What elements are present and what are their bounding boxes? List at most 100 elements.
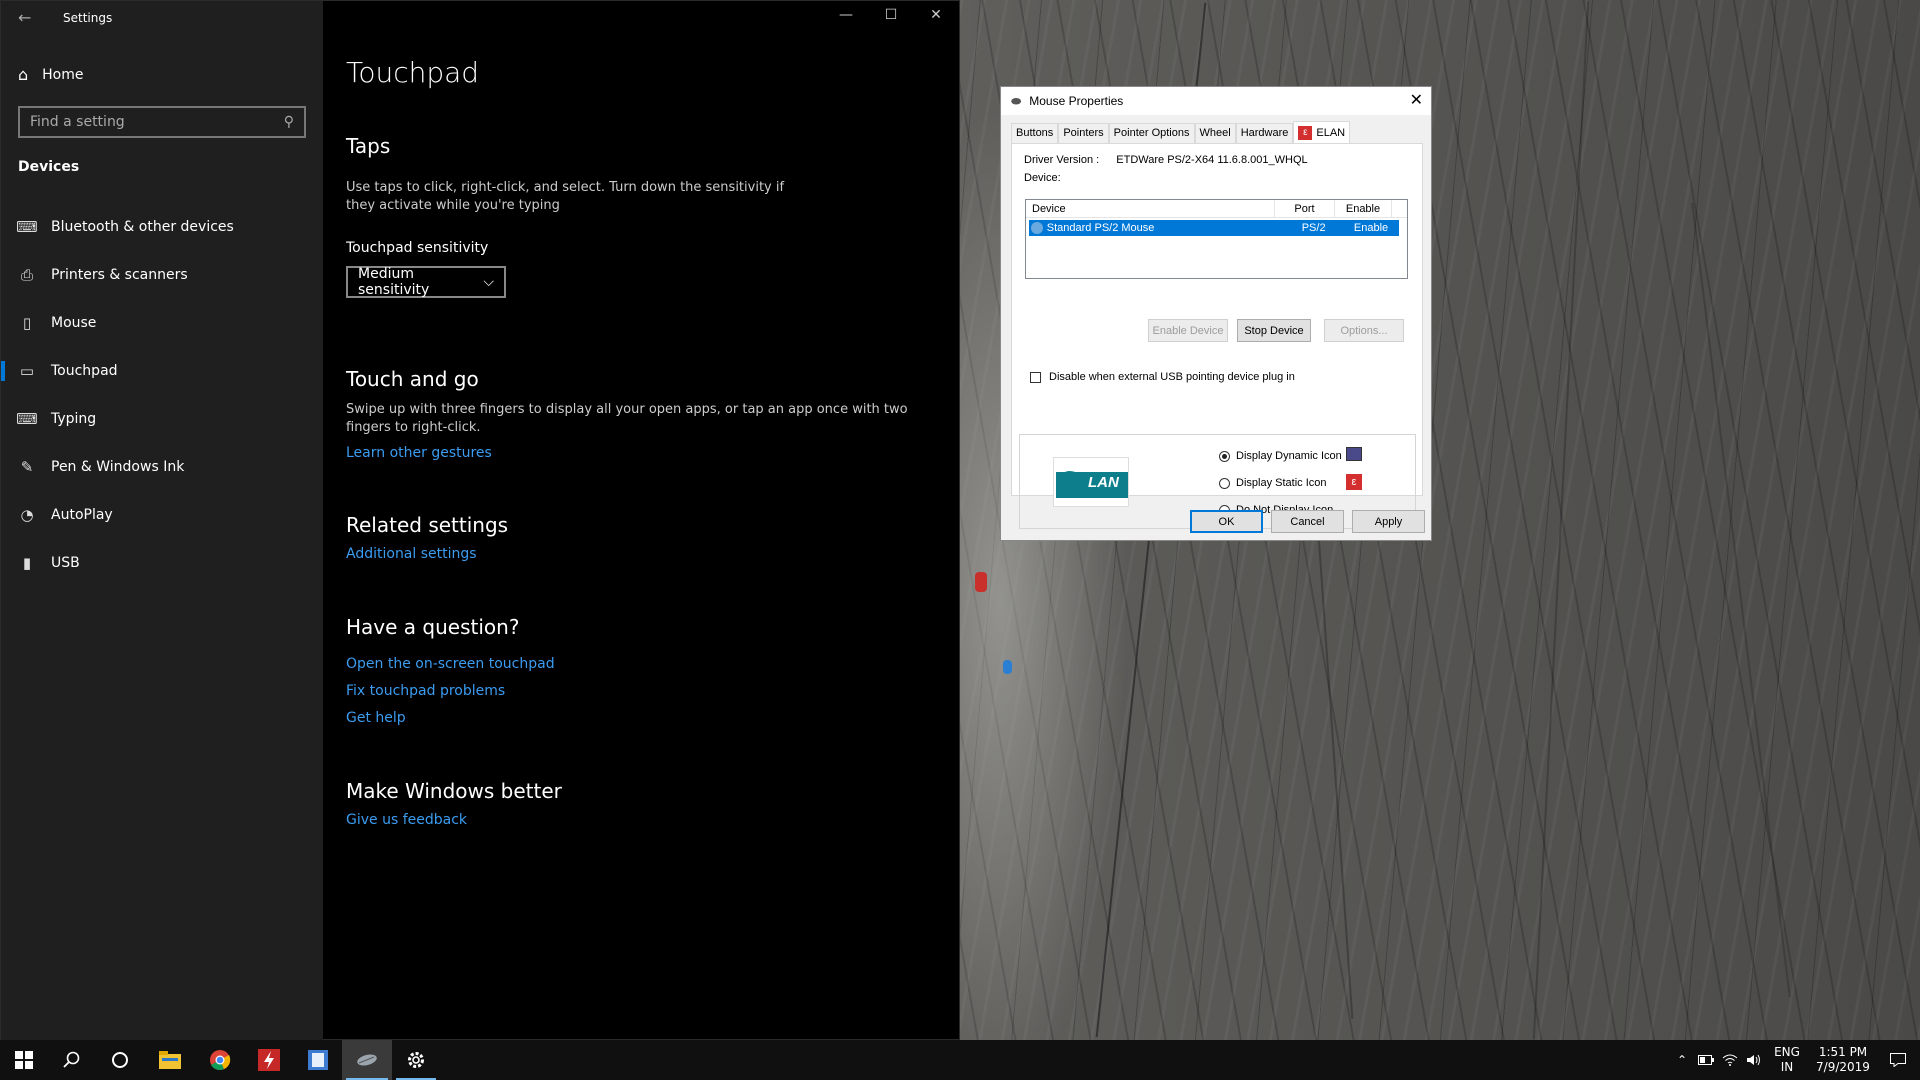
- disable-usb-label: Disable when external USB pointing devic…: [1049, 371, 1295, 383]
- window-title: Settings: [63, 11, 113, 25]
- related-settings-heading: Related settings: [346, 513, 509, 537]
- enable-device-button[interactable]: Enable Device: [1148, 319, 1228, 342]
- sidebar-item-printers[interactable]: ⎙ Printers & scanners: [1, 255, 323, 295]
- radio-dynamic-icon[interactable]: [1219, 451, 1230, 462]
- bluetooth-devices-icon: ⌨: [16, 218, 38, 236]
- options-button[interactable]: Options...: [1324, 319, 1404, 342]
- language-indicator[interactable]: ENG IN: [1770, 1040, 1804, 1080]
- settings-title-bar: ← Settings — ☐ ✕: [1, 1, 961, 35]
- table-row[interactable]: Standard PS/2 Mouse PS/2 Enable: [1029, 220, 1399, 236]
- ok-button[interactable]: OK: [1190, 510, 1263, 533]
- tab-buttons[interactable]: Buttons: [1011, 123, 1059, 143]
- tab-pointer-options[interactable]: Pointer Options: [1108, 123, 1195, 143]
- column-header-port[interactable]: Port: [1275, 200, 1335, 217]
- minimize-icon[interactable]: —: [831, 7, 861, 29]
- get-help-link[interactable]: Get help: [346, 710, 406, 726]
- sidebar-item-mouse[interactable]: ▯ Mouse: [1, 303, 323, 343]
- volume-icon[interactable]: [1742, 1040, 1766, 1080]
- dialog-title: Mouse Properties: [1029, 94, 1124, 108]
- tab-pointers[interactable]: Pointers: [1058, 123, 1109, 143]
- sidebar-item-autoplay[interactable]: ◔ AutoPlay: [1, 495, 323, 535]
- dynamic-icon-preview: [1346, 447, 1362, 461]
- radio-static-icon[interactable]: [1219, 478, 1230, 489]
- sidebar-item-typing[interactable]: ⌨ Typing: [1, 399, 323, 439]
- region-code: IN: [1780, 1060, 1794, 1074]
- nav-home-label: Home: [42, 66, 84, 83]
- chevron-up-icon[interactable]: ⌃: [1670, 1040, 1694, 1080]
- sidebar-item-label: Printers & scanners: [51, 267, 188, 283]
- page-title: Touchpad: [346, 56, 480, 89]
- device-icon: [1031, 222, 1043, 234]
- taskbar: ⌃ ENG IN 1:51 PM 7/9/2019: [0, 1040, 1920, 1080]
- additional-settings-link[interactable]: Additional settings: [346, 546, 477, 562]
- climber-figure: [975, 572, 987, 592]
- device-list-header: Device Port Enable: [1026, 200, 1407, 218]
- port-cell: PS/2: [1301, 222, 1326, 234]
- sidebar-item-bluetooth[interactable]: ⌨ Bluetooth & other devices: [1, 207, 323, 247]
- notepad-app-icon[interactable]: [294, 1040, 342, 1080]
- flash-app-icon[interactable]: [245, 1040, 293, 1080]
- battery-icon[interactable]: [1694, 1040, 1718, 1080]
- touch-and-go-description: Swipe up with three fingers to display a…: [346, 402, 908, 435]
- elan-logo: ε LAN: [1053, 457, 1129, 507]
- sidebar-item-label: Bluetooth & other devices: [51, 219, 234, 235]
- sidebar-item-usb[interactable]: ▮ USB: [1, 543, 323, 583]
- close-icon[interactable]: ✕: [1410, 90, 1423, 110]
- driver-value: ETDWare PS/2-X64 11.6.8.001_WHQL: [1116, 154, 1308, 166]
- home-icon: ⌂: [18, 65, 29, 84]
- onscreen-touchpad-link[interactable]: Open the on-screen touchpad: [346, 656, 555, 672]
- device-list[interactable]: Device Port Enable Standard PS/2 Mouse P…: [1025, 199, 1408, 279]
- touch-and-go-heading: Touch and go: [346, 367, 479, 391]
- mouse-properties-icon[interactable]: [342, 1040, 392, 1080]
- back-arrow-icon[interactable]: ←: [18, 8, 31, 27]
- enable-cell: Enable: [1353, 222, 1389, 234]
- column-header-device[interactable]: Device: [1026, 200, 1275, 217]
- mouse-properties-dialog: ⬬ Mouse Properties ✕ Buttons Pointers Po…: [1000, 86, 1432, 541]
- cancel-button[interactable]: Cancel: [1271, 510, 1344, 533]
- wifi-icon[interactable]: [1718, 1040, 1742, 1080]
- notifications-icon[interactable]: [1880, 1040, 1916, 1080]
- rock-crack: [1691, 202, 1791, 998]
- nav-home[interactable]: ⌂ Home: [18, 65, 84, 84]
- search-icon: ⚲: [283, 114, 294, 130]
- settings-gear-icon[interactable]: [392, 1040, 440, 1080]
- taps-description: Use taps to click, right-click, and sele…: [346, 180, 785, 213]
- driver-label: Driver Version :: [1024, 154, 1100, 166]
- sidebar-item-touchpad[interactable]: ▭ Touchpad: [1, 351, 323, 391]
- search-placeholder: Find a setting: [30, 114, 125, 130]
- sidebar-item-label: Mouse: [51, 315, 97, 331]
- sidebar-item-pen[interactable]: ✎ Pen & Windows Ink: [1, 447, 323, 487]
- give-feedback-link[interactable]: Give us feedback: [346, 812, 467, 828]
- clock[interactable]: 1:51 PM 7/9/2019: [1808, 1040, 1878, 1080]
- disable-usb-checkbox[interactable]: [1030, 372, 1041, 383]
- dialog-title-bar: ⬬ Mouse Properties ✕: [1001, 87, 1431, 115]
- maximize-icon[interactable]: ☐: [876, 7, 906, 29]
- fix-touchpad-link[interactable]: Fix touchpad problems: [346, 683, 505, 699]
- usb-icon: ▮: [22, 554, 32, 572]
- cortana-icon[interactable]: [96, 1040, 144, 1080]
- touchpad-icon: ▭: [19, 362, 35, 380]
- tab-hardware[interactable]: Hardware: [1235, 123, 1294, 143]
- stop-device-button[interactable]: Stop Device: [1237, 319, 1311, 342]
- tab-wheel[interactable]: Wheel: [1194, 123, 1236, 143]
- device-label: Device:: [1024, 172, 1061, 184]
- file-explorer-icon[interactable]: [146, 1040, 194, 1080]
- chrome-icon[interactable]: [196, 1040, 244, 1080]
- close-icon[interactable]: ✕: [921, 7, 951, 29]
- pen-icon: ✎: [20, 458, 34, 476]
- apply-button[interactable]: Apply: [1352, 510, 1425, 533]
- elan-tab-panel: Driver Version : ETDWare PS/2-X64 11.6.8…: [1011, 143, 1423, 529]
- learn-gestures-link[interactable]: Learn other gestures: [346, 445, 492, 461]
- windows-start-icon[interactable]: [0, 1040, 48, 1080]
- mouse-icon: ▯: [22, 314, 32, 332]
- sensitivity-label: Touchpad sensitivity: [346, 240, 489, 256]
- search-icon[interactable]: [48, 1040, 96, 1080]
- static-icon-preview: ε: [1346, 474, 1362, 490]
- sensitivity-dropdown[interactable]: Medium sensitivity ⌵: [346, 266, 506, 298]
- rock-crack: [1532, 0, 1590, 1040]
- radio-dynamic-label: Display Dynamic Icon: [1236, 450, 1342, 462]
- tab-elan[interactable]: ε ELAN: [1293, 121, 1351, 143]
- feedback-heading: Make Windows better: [346, 779, 562, 803]
- search-input[interactable]: Find a setting ⚲: [18, 106, 306, 138]
- column-header-enable[interactable]: Enable: [1335, 200, 1392, 217]
